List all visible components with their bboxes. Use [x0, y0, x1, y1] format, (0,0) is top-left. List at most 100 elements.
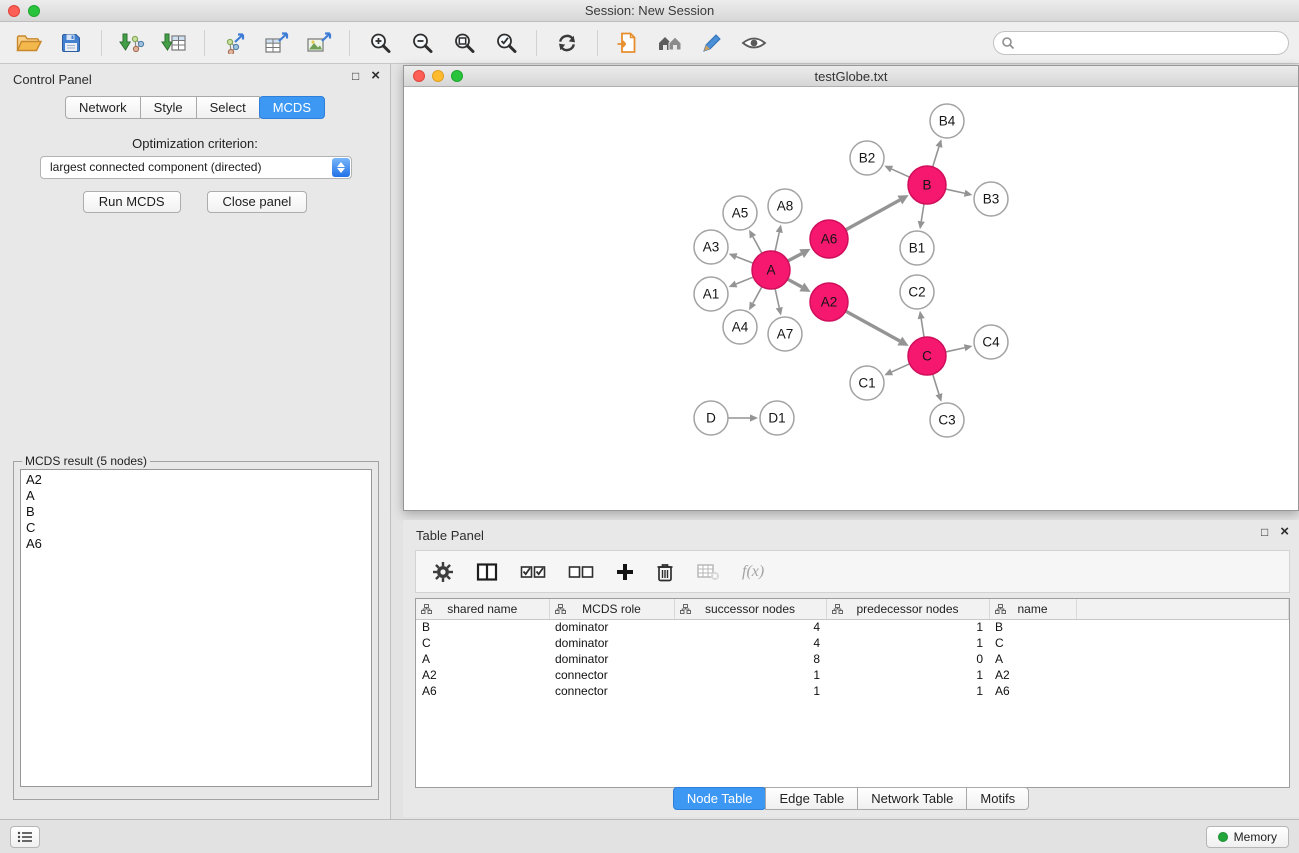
- network-node-A[interactable]: A: [752, 251, 790, 289]
- network-zoom-button[interactable]: [451, 70, 463, 82]
- task-list-button[interactable]: [10, 826, 40, 848]
- network-edge-B-B3[interactable]: [946, 189, 965, 193]
- tab-edge-table[interactable]: Edge Table: [765, 787, 858, 810]
- network-node-A7[interactable]: A7: [768, 317, 802, 351]
- network-edge-A-A4[interactable]: [753, 287, 762, 304]
- tab-motifs[interactable]: Motifs: [966, 787, 1029, 810]
- network-node-A4[interactable]: A4: [723, 310, 757, 344]
- zoom-in-icon[interactable]: [361, 26, 399, 60]
- network-node-D[interactable]: D: [694, 401, 728, 435]
- network-edge-A-A2[interactable]: [788, 279, 802, 287]
- deselect-all-icon[interactable]: [568, 563, 594, 581]
- table-row[interactable]: A6connector11A6: [416, 683, 1289, 699]
- table-row[interactable]: Adominator80A: [416, 651, 1289, 667]
- network-node-B3[interactable]: B3: [974, 182, 1008, 216]
- network-node-C[interactable]: C: [908, 337, 946, 375]
- network-edge-A2-C[interactable]: [846, 311, 900, 341]
- result-item[interactable]: B: [26, 504, 366, 520]
- tab-network[interactable]: Network: [65, 96, 141, 119]
- fx-button[interactable]: f(x): [742, 563, 764, 581]
- network-edge-C-C1[interactable]: [892, 364, 910, 372]
- zoom-out-icon[interactable]: [403, 26, 441, 60]
- memory-button[interactable]: Memory: [1206, 826, 1289, 848]
- column-header-mcds-role[interactable]: MCDS role: [549, 599, 674, 619]
- home-icon[interactable]: [651, 26, 689, 60]
- tab-style[interactable]: Style: [140, 96, 197, 119]
- network-node-C2[interactable]: C2: [900, 275, 934, 309]
- tab-select[interactable]: Select: [196, 96, 260, 119]
- close-window-button[interactable]: [8, 5, 20, 17]
- network-node-C1[interactable]: C1: [850, 366, 884, 400]
- network-node-C3[interactable]: C3: [930, 403, 964, 437]
- network-node-A3[interactable]: A3: [694, 230, 728, 264]
- float-panel-icon[interactable]: □: [352, 70, 359, 82]
- network-edge-A-A6[interactable]: [788, 254, 802, 261]
- table-row[interactable]: Cdominator41C: [416, 635, 1289, 651]
- network-node-A1[interactable]: A1: [694, 277, 728, 311]
- run-mcds-button[interactable]: Run MCDS: [83, 191, 181, 213]
- delete-icon[interactable]: [656, 562, 674, 582]
- column-header-predecessor-nodes[interactable]: predecessor nodes: [826, 599, 989, 619]
- add-icon[interactable]: [616, 563, 634, 581]
- network-node-B4[interactable]: B4: [930, 104, 964, 138]
- export-image-icon[interactable]: [300, 26, 338, 60]
- import-network-icon[interactable]: [113, 26, 151, 60]
- network-node-A8[interactable]: A8: [768, 189, 802, 223]
- network-node-A6[interactable]: A6: [810, 220, 848, 258]
- network-edge-B-B4[interactable]: [933, 147, 939, 167]
- network-edge-A-A3[interactable]: [736, 257, 753, 264]
- close-panel-button[interactable]: Close panel: [207, 191, 308, 213]
- network-node-A5[interactable]: A5: [723, 196, 757, 230]
- network-node-B[interactable]: B: [908, 166, 946, 204]
- eye-icon[interactable]: [735, 26, 773, 60]
- criterion-dropdown[interactable]: largest connected component (directed): [40, 156, 352, 179]
- result-item[interactable]: A: [26, 488, 366, 504]
- network-node-A2[interactable]: A2: [810, 283, 848, 321]
- column-header-successor-nodes[interactable]: successor nodes: [674, 599, 826, 619]
- network-node-C4[interactable]: C4: [974, 325, 1008, 359]
- network-edge-A-A5[interactable]: [753, 237, 762, 254]
- pen-icon[interactable]: [693, 26, 731, 60]
- search-input[interactable]: [993, 31, 1289, 55]
- tab-mcds[interactable]: MCDS: [259, 96, 325, 119]
- zoom-window-button[interactable]: [28, 5, 40, 17]
- network-edge-C-C4[interactable]: [946, 348, 965, 352]
- columns-icon[interactable]: [476, 562, 498, 582]
- gear-icon[interactable]: [432, 561, 454, 583]
- network-edge-C-C3[interactable]: [933, 374, 939, 394]
- network-node-B1[interactable]: B1: [900, 231, 934, 265]
- save-icon[interactable]: [52, 26, 90, 60]
- network-minimize-button[interactable]: [432, 70, 444, 82]
- table-row[interactable]: Bdominator41B: [416, 619, 1289, 635]
- open-folder-icon[interactable]: [10, 26, 48, 60]
- tab-node-table[interactable]: Node Table: [673, 787, 767, 810]
- network-edge-A-A1[interactable]: [736, 277, 753, 284]
- network-edge-A6-B[interactable]: [846, 200, 900, 230]
- delete-table-icon[interactable]: [696, 562, 720, 582]
- network-edge-A-A8[interactable]: [775, 232, 779, 251]
- close-table-panel-icon[interactable]: ×: [1280, 526, 1289, 538]
- refresh-icon[interactable]: [548, 26, 586, 60]
- zoom-fit-icon[interactable]: [445, 26, 483, 60]
- network-edge-B-B1[interactable]: [921, 204, 924, 222]
- network-edge-B-B2[interactable]: [892, 169, 910, 177]
- column-header-shared-name[interactable]: shared name: [416, 599, 549, 619]
- snapshot-icon[interactable]: [609, 26, 647, 60]
- table-row[interactable]: A2connector11A2: [416, 667, 1289, 683]
- column-header-name[interactable]: name: [989, 599, 1076, 619]
- result-item[interactable]: A6: [26, 536, 366, 552]
- network-close-button[interactable]: [413, 70, 425, 82]
- import-table-icon[interactable]: [155, 26, 193, 60]
- result-item[interactable]: C: [26, 520, 366, 536]
- tab-network-table[interactable]: Network Table: [857, 787, 967, 810]
- close-panel-icon[interactable]: ×: [371, 70, 380, 82]
- zoom-selected-icon[interactable]: [487, 26, 525, 60]
- network-edge-C-C2[interactable]: [921, 319, 924, 338]
- network-node-B2[interactable]: B2: [850, 141, 884, 175]
- export-table-icon[interactable]: [258, 26, 296, 60]
- select-all-icon[interactable]: [520, 563, 546, 581]
- network-edge-A-A7[interactable]: [775, 289, 779, 308]
- float-table-panel-icon[interactable]: □: [1261, 526, 1268, 538]
- export-network-icon[interactable]: [216, 26, 254, 60]
- mcds-result-list[interactable]: A2ABCA6: [20, 469, 372, 787]
